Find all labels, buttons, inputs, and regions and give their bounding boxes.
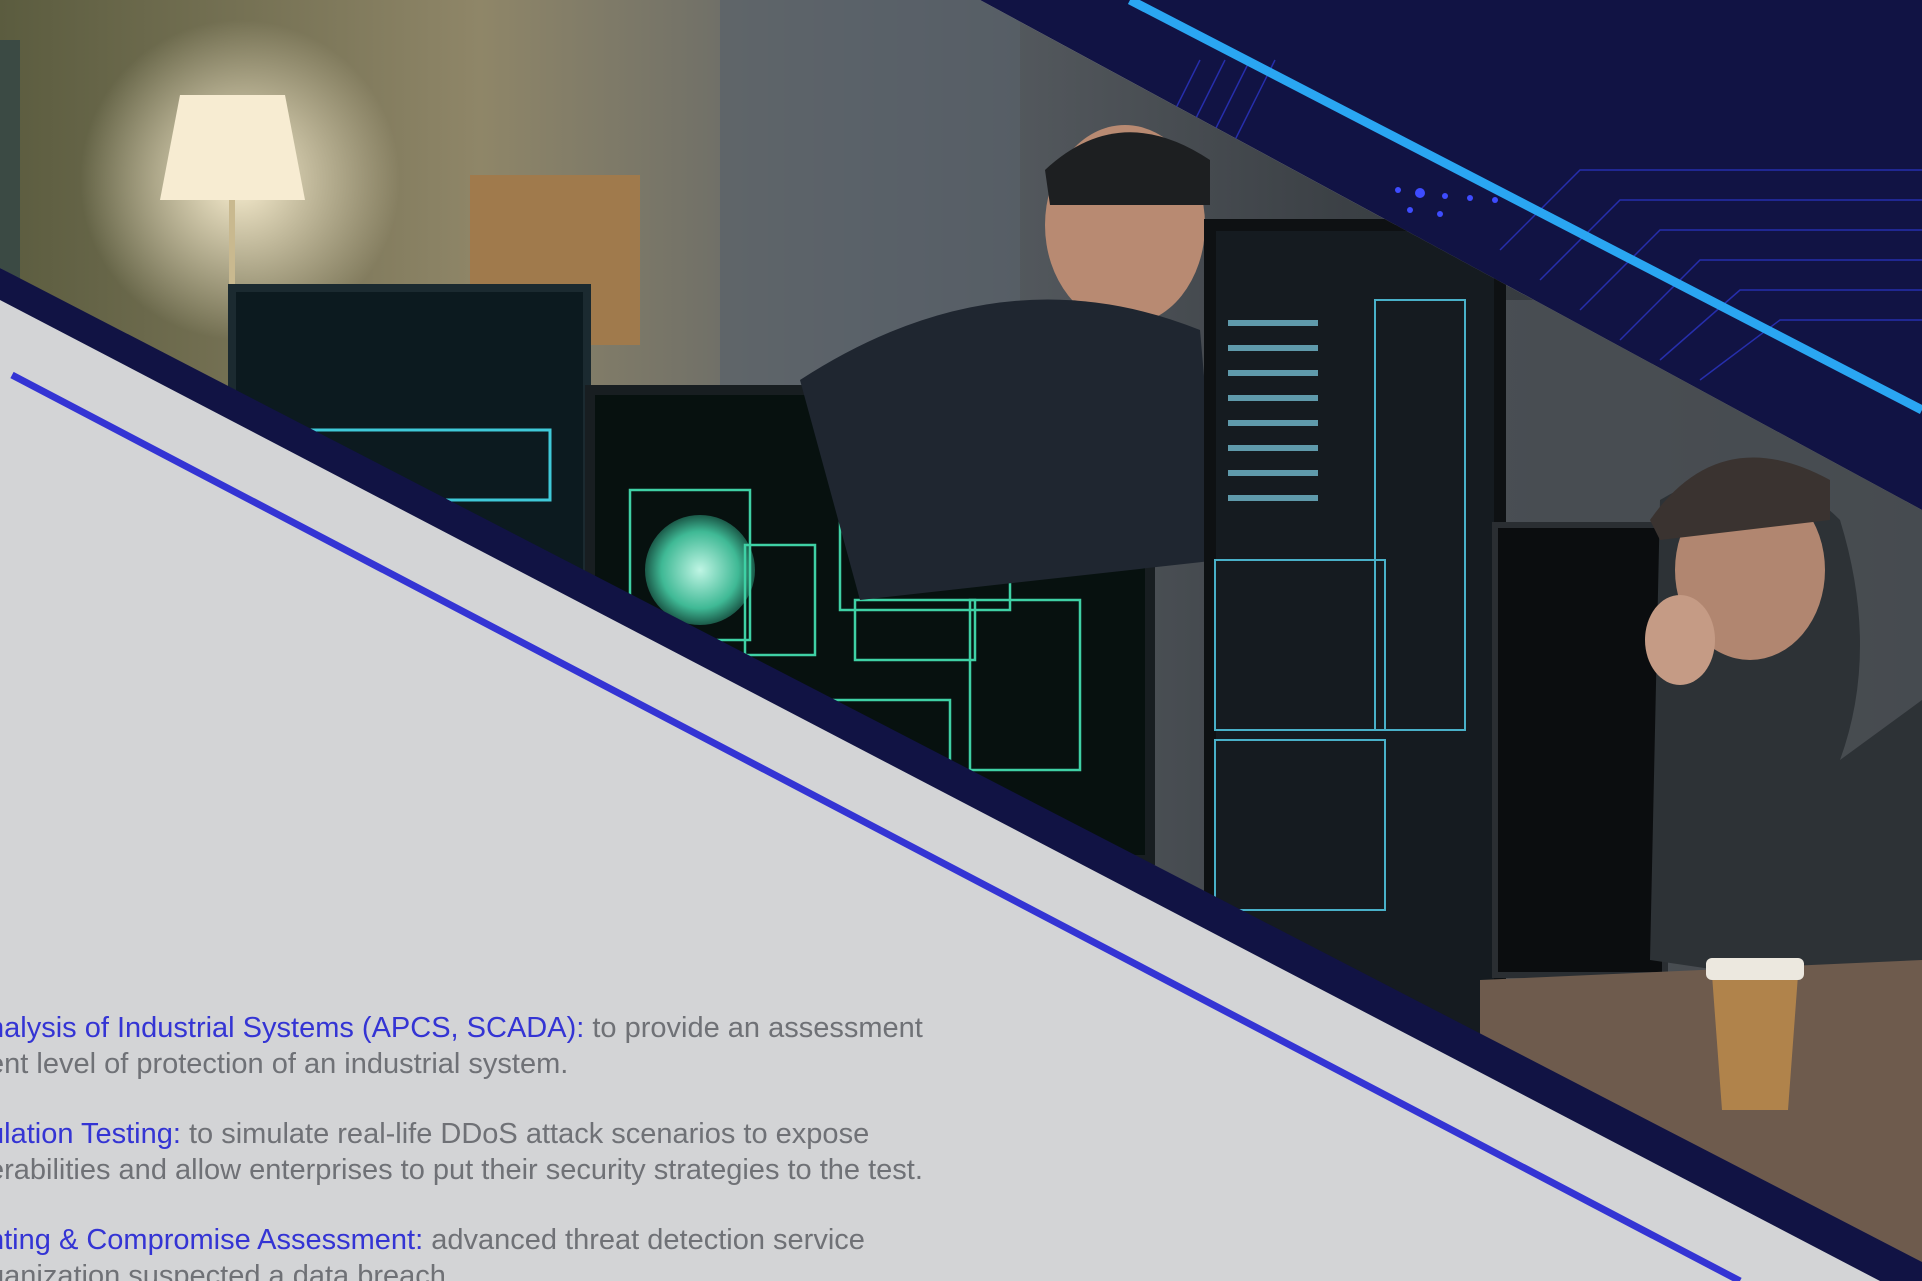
brochure-page: nalysis of Industrial Systems (APCS, SCA… xyxy=(0,0,1922,1281)
navy-edge xyxy=(1885,1262,1922,1281)
service-line-2: ganization suspected a data breach. xyxy=(0,1260,454,1281)
service-line-1: nting & Compromise Assessment: advanced … xyxy=(0,1222,1068,1258)
service-line-1: nalysis of Industrial Systems (APCS, SCA… xyxy=(0,1010,1068,1046)
service-line-2: ent level of protection of an industrial… xyxy=(0,1048,569,1080)
service-title: nalysis of Industrial Systems (APCS, SCA… xyxy=(0,1012,585,1044)
service-item: nting & Compromise Assessment: advanced … xyxy=(0,1222,1068,1281)
service-item: nalysis of Industrial Systems (APCS, SCA… xyxy=(0,1010,1068,1082)
service-line-2: erabilities and allow enterprises to put… xyxy=(0,1154,923,1186)
service-description: to provide an assessment xyxy=(584,1012,923,1044)
service-description: advanced threat detection service xyxy=(423,1224,865,1256)
service-item: ulation Testing: to simulate real-life D… xyxy=(0,1116,1068,1188)
services-list: nalysis of Industrial Systems (APCS, SCA… xyxy=(0,1010,1068,1281)
service-title: nting & Compromise Assessment: xyxy=(0,1224,424,1256)
service-line-1: ulation Testing: to simulate real-life D… xyxy=(0,1116,1068,1152)
service-title: ulation Testing: xyxy=(0,1118,181,1150)
service-description: to simulate real-life DDoS attack scenar… xyxy=(180,1118,870,1150)
